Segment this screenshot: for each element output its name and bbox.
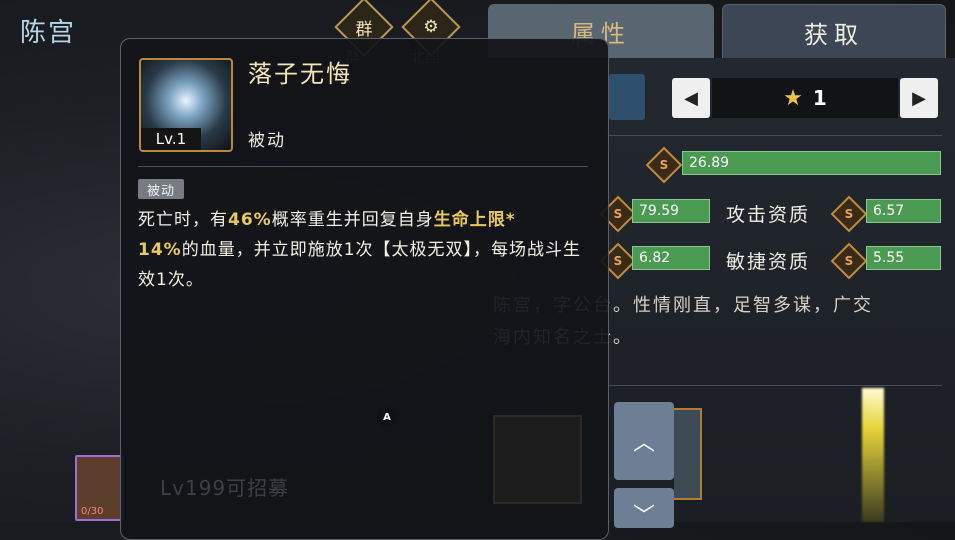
attack-aptitude-label: 攻击资质 (726, 204, 811, 226)
preview-button[interactable] (609, 74, 645, 120)
attack-aptitude-bar: 6.57 (866, 199, 941, 223)
agility-aptitude-bar: 5.55 (866, 246, 941, 270)
desc-highlight: 生命上限* (433, 210, 516, 230)
star-count: 1 (812, 86, 827, 110)
skill-level: Lv.1 (141, 128, 201, 150)
hp-aptitude-bar: 79.59 (632, 199, 710, 223)
passive-tag: 被动 (138, 179, 184, 199)
faded-skill-icon (493, 415, 582, 504)
tab-obtain[interactable]: 获取 (722, 4, 946, 60)
divider (607, 385, 942, 386)
chevron-up-icon: ︿ (632, 431, 655, 456)
desc-text: 的血量，并立即施放1次【太极无双】，每场战斗生效1次。 (138, 240, 582, 290)
star-prev-button[interactable]: ◀ (672, 78, 710, 118)
defense-aptitude-bar: 6.82 (632, 246, 710, 270)
scroll-up-button[interactable]: ︿ (614, 402, 674, 480)
chevron-down-icon: ﹀ (632, 504, 655, 529)
recruit-hint: Lv199可招募 (160, 476, 290, 500)
desc-text: 死亡时，有 (138, 210, 228, 230)
desc-text: 概率重生并回复自身 (271, 210, 434, 230)
avatar-count: 0/30 (81, 506, 104, 517)
skill-icon: Lv.1 (139, 58, 233, 152)
skill-thumbnail[interactable] (674, 408, 702, 500)
light-beam-effect (862, 388, 884, 522)
skill-description: 死亡时，有46%概率重生并回复自身生命上限* 14%的血量，并立即施放1次【太极无… (138, 205, 593, 295)
total-aptitude-bar: 26.89 (682, 151, 941, 175)
skill-type: 被动 (248, 131, 286, 151)
agility-aptitude-label: 敏捷资质 (726, 251, 811, 273)
chevron-right-icon: ▶ (912, 87, 926, 109)
desc-highlight: 14% (138, 240, 182, 260)
hero-name: 陈宫 (20, 18, 77, 48)
divider (607, 135, 942, 136)
tooltip-divider (138, 166, 588, 167)
star-next-button[interactable]: ▶ (900, 78, 938, 118)
a-badge: A (377, 407, 397, 427)
hero-avatar-chip[interactable]: 0/30 (75, 455, 123, 521)
star-icon: ★ (783, 85, 803, 111)
desc-highlight: 46% (228, 210, 272, 230)
chevron-left-icon: ◀ (684, 87, 698, 109)
skill-name: 落子无悔 (248, 60, 352, 88)
star-display: ★ 1 (712, 78, 898, 118)
scroll-down-button[interactable]: ﹀ (614, 488, 674, 529)
